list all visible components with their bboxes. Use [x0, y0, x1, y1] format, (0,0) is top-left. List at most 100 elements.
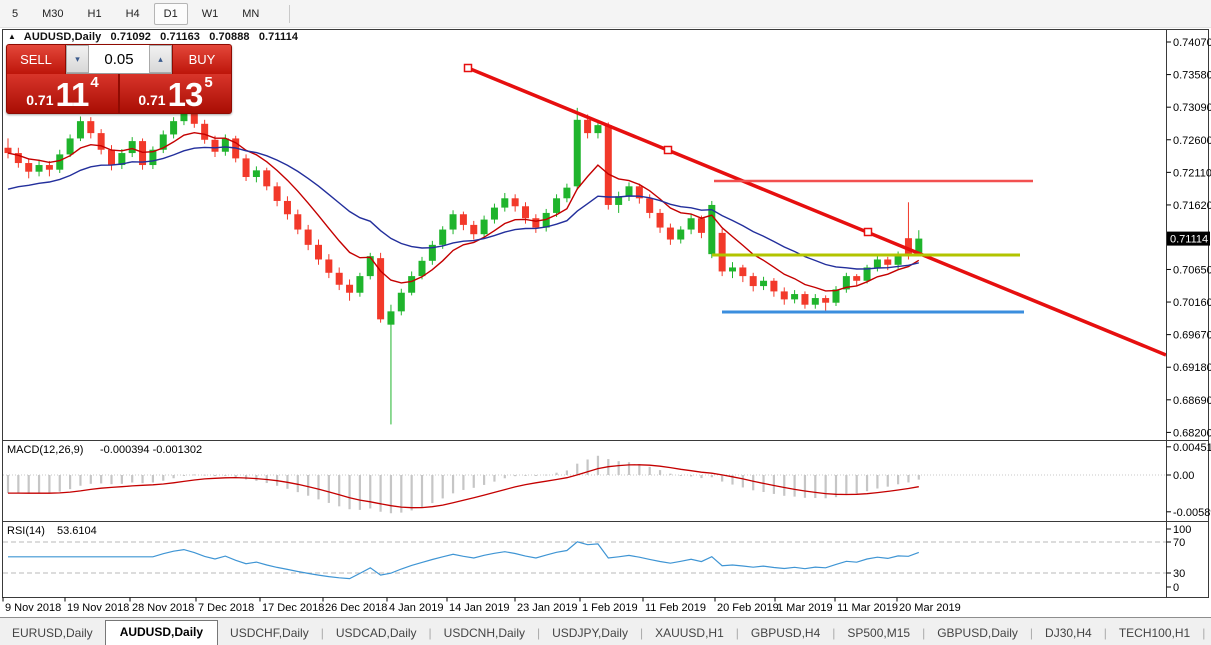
tab-dj30-h4[interactable]: DJ30,H4: [1033, 622, 1104, 645]
candle: [667, 224, 674, 245]
macd-hist-bar: [131, 475, 133, 483]
volume-input[interactable]: [89, 45, 149, 73]
macd-values: -0.000394 -0.001302: [100, 444, 202, 456]
timeframe-button-5[interactable]: 5: [2, 3, 28, 25]
sell-button[interactable]: SELL: [7, 45, 66, 74]
macd-hist-bar: [783, 475, 785, 496]
timeframe-button-w1[interactable]: W1: [192, 3, 229, 25]
candle: [688, 214, 695, 234]
macd-hist-bar: [566, 470, 568, 475]
macd-hist-bar: [618, 461, 620, 475]
candle: [843, 273, 850, 293]
candle: [274, 182, 281, 206]
macd-hist-bar: [183, 475, 185, 476]
tab-gbpusd-h4[interactable]: GBPUSD,H4: [739, 622, 832, 645]
ohlc-high: 0.71163: [160, 31, 200, 43]
tab-usdcad-daily[interactable]: USDCAD,Daily: [324, 622, 429, 645]
candle: [512, 194, 519, 211]
tab-usdcnh-daily[interactable]: USDCNH,Daily: [432, 622, 537, 645]
volume-increase-icon[interactable]: ▴: [149, 45, 172, 73]
macd-hist-bar: [28, 475, 30, 494]
timeframe-button-d1[interactable]: D1: [154, 3, 188, 25]
trendline-anchor[interactable]: [465, 65, 472, 72]
tab-usdchf-daily[interactable]: USDCHF,Daily: [218, 622, 321, 645]
rsi-panel-frame: [3, 522, 1209, 598]
macd-hist-bar: [214, 475, 216, 476]
drawing-objects-layer[interactable]: [465, 65, 1167, 356]
candle: [719, 229, 726, 276]
candle: [315, 240, 322, 265]
timeframe-button-h4[interactable]: H4: [116, 3, 150, 25]
candle: [470, 221, 477, 240]
date-axis: 9 Nov 201819 Nov 201828 Nov 20187 Dec 20…: [3, 598, 961, 615]
tab-eurusd-daily[interactable]: EURUSD,Daily: [0, 622, 105, 645]
candle: [698, 216, 705, 239]
price-axis-label: 0.73090: [1173, 102, 1211, 114]
candle: [791, 290, 798, 303]
timeframe-button-mn[interactable]: MN: [232, 3, 269, 25]
tab-audusd-daily[interactable]: AUDUSD,Daily: [105, 620, 218, 645]
candle: [129, 137, 136, 157]
candle: [760, 277, 767, 290]
macd-hist-bar: [245, 475, 247, 479]
volume-decrease-icon[interactable]: ▾: [66, 45, 89, 73]
buy-button[interactable]: BUY: [172, 45, 231, 74]
candle: [626, 182, 633, 201]
trendline-anchor[interactable]: [865, 229, 872, 236]
date-axis-label: 7 Dec 2018: [198, 602, 254, 614]
tab-xauusd-h1[interactable]: XAUUSD,H1: [643, 622, 736, 645]
candle: [201, 120, 208, 144]
sell-price-button[interactable]: 0.71 11 4: [7, 74, 119, 113]
candles-layer: [5, 107, 923, 425]
macd-hist-bar: [555, 473, 557, 475]
rsi-axis-label: 100: [1173, 524, 1191, 536]
sell-price-prefix: 0.71: [26, 90, 53, 110]
price-axis-label: 0.70650: [1173, 264, 1211, 276]
timeframe-button-m30[interactable]: M30: [32, 3, 73, 25]
ohlc-open: 0.71092: [111, 31, 151, 43]
timeframe-toolbar: 5M30H1H4D1W1MN: [0, 0, 1211, 28]
candle: [5, 138, 12, 158]
macd-hist-bar: [69, 475, 71, 489]
macd-hist-bar: [173, 475, 175, 478]
tab-gbpusd-daily[interactable]: GBPUSD,Daily: [925, 622, 1030, 645]
price-axis-label: 0.68690: [1173, 395, 1211, 407]
timeframe-button-h1[interactable]: H1: [78, 3, 112, 25]
collapse-panel-icon[interactable]: ▲: [8, 32, 16, 41]
price-axis-label: 0.72600: [1173, 135, 1211, 147]
mt4-window: { "toolbar": { "items": ["5","M30","H1",…: [0, 0, 1211, 644]
tab-tech100-h1[interactable]: TECH100,H1: [1107, 622, 1202, 645]
candle: [812, 294, 819, 309]
toolbar-separator: [289, 5, 290, 23]
macd-hist-bar: [317, 475, 319, 499]
candle: [491, 204, 498, 224]
date-axis-label: 14 Jan 2019: [449, 602, 510, 614]
price-axis-label: 0.68200: [1173, 427, 1211, 439]
candle: [739, 265, 746, 282]
tab-usdjpy-daily[interactable]: USDJPY,Daily: [540, 622, 640, 645]
macd-hist-bar: [856, 475, 858, 494]
macd-hist-bar: [866, 475, 868, 491]
candle: [429, 241, 436, 265]
tab-uk[interactable]: UK: [1205, 622, 1211, 645]
candle: [46, 161, 53, 176]
macd-hist-bar: [545, 475, 547, 476]
tab-sp500-m15[interactable]: SP500,M15: [835, 622, 922, 645]
macd-hist-bar: [90, 475, 92, 484]
candle: [801, 291, 808, 308]
macd-hist-bar: [680, 475, 682, 476]
candle: [450, 210, 457, 234]
date-axis-label: 4 Jan 2019: [389, 602, 443, 614]
svg-text:0.71114: 0.71114: [1170, 234, 1208, 246]
macd-hist-bar: [742, 475, 744, 487]
buy-price-big: 13: [168, 80, 203, 110]
candle: [781, 287, 788, 304]
macd-hist-bar: [348, 475, 350, 509]
buy-price-button[interactable]: 0.71 13 5: [119, 74, 231, 113]
macd-hist-bar: [669, 474, 671, 475]
sell-price-big: 11: [56, 80, 89, 110]
candle: [563, 184, 570, 203]
macd-hist-bar: [638, 464, 640, 475]
rsi-layer: [3, 542, 1166, 579]
trendline-anchor[interactable]: [665, 147, 672, 154]
